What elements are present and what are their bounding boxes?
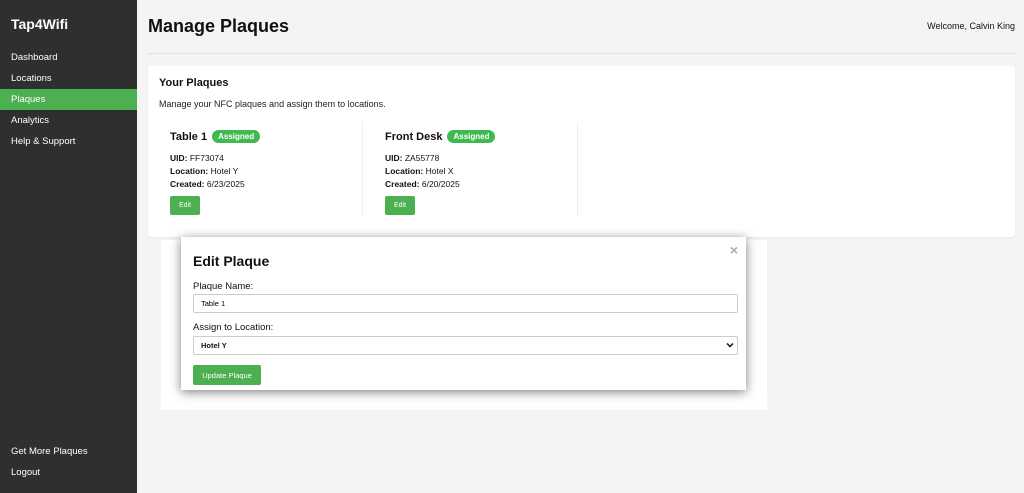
location-label: Location: <box>385 166 424 176</box>
sidebar: Tap4Wifi Dashboard Locations Plaques Ana… <box>0 0 137 493</box>
sidebar-nav: Dashboard Locations Plaques Analytics He… <box>0 47 137 152</box>
edit-plaque-modal: × Edit Plaque Plaque Name: Assign to Loc… <box>181 237 746 390</box>
plaque-name-input[interactable] <box>193 294 738 313</box>
uid-value: FF73074 <box>189 153 224 163</box>
status-badge: Assigned <box>447 130 496 143</box>
location-value: Hotel Y <box>210 166 239 176</box>
created-value: 6/23/2025 <box>206 179 245 189</box>
edit-button[interactable]: Edit <box>170 196 200 215</box>
plaque-name-label: Plaque Name: <box>193 281 254 292</box>
location-select[interactable]: Hotel Y <box>193 336 738 355</box>
modal-title: Edit Plaque <box>193 253 270 269</box>
uid-label: UID: <box>170 153 188 163</box>
panel-description: Manage your NFC plaques and assign them … <box>159 99 386 109</box>
location-value: Hotel X <box>425 166 454 176</box>
brand-logo: Tap4Wifi <box>11 16 69 32</box>
plaques-panel: Your Plaques Manage your NFC plaques and… <box>148 66 1015 237</box>
sidebar-bottom-nav: Get More Plaques Logout <box>0 441 137 483</box>
panel-title: Your Plaques <box>159 77 229 89</box>
uid-value: ZA55778 <box>404 153 440 163</box>
sidebar-item-logout[interactable]: Logout <box>0 462 137 483</box>
edit-button[interactable]: Edit <box>385 196 415 215</box>
sidebar-item-help-support[interactable]: Help & Support <box>0 131 137 152</box>
welcome-text: Welcome, Calvin King <box>927 21 1015 31</box>
location-select-value: Hotel Y <box>201 341 227 350</box>
created-value: 6/20/2025 <box>421 179 460 189</box>
plaque-created: Created: 6/23/2025 <box>170 179 245 189</box>
plaque-card-header: Table 1 Assigned <box>170 130 261 143</box>
status-badge: Assigned <box>212 130 261 143</box>
plaque-location: Location: Hotel X <box>385 166 454 176</box>
uid-label: UID: <box>385 153 403 163</box>
sidebar-item-analytics[interactable]: Analytics <box>0 110 137 131</box>
assign-location-label: Assign to Location: <box>193 322 274 333</box>
plaque-name: Front Desk <box>385 131 443 143</box>
plaque-location: Location: Hotel Y <box>170 166 238 176</box>
location-label: Location: <box>170 166 209 176</box>
header-divider <box>148 53 1015 54</box>
sidebar-item-plaques[interactable]: Plaques <box>0 89 137 110</box>
plaque-uid: UID: FF73074 <box>170 153 224 163</box>
update-plaque-button[interactable]: Update Plaque <box>193 365 261 385</box>
plaque-card: Table 1 Assigned UID: FF73074 Location: H… <box>159 122 363 216</box>
page-title: Manage Plaques <box>148 16 290 36</box>
sidebar-item-get-more-plaques[interactable]: Get More Plaques <box>0 441 137 462</box>
plaque-name: Table 1 <box>170 131 208 143</box>
sidebar-item-dashboard[interactable]: Dashboard <box>0 47 137 68</box>
plaque-uid: UID: ZA55778 <box>385 153 439 163</box>
created-label: Created: <box>385 179 420 189</box>
chevron-down-icon <box>726 337 734 360</box>
created-label: Created: <box>170 179 205 189</box>
plaque-created: Created: 6/20/2025 <box>385 179 460 189</box>
plaque-card: Front Desk Assigned UID: ZA55778 Location… <box>374 122 578 216</box>
sidebar-item-locations[interactable]: Locations <box>0 68 137 89</box>
close-icon[interactable]: × <box>730 242 738 258</box>
plaque-card-header: Front Desk Assigned <box>385 130 496 143</box>
